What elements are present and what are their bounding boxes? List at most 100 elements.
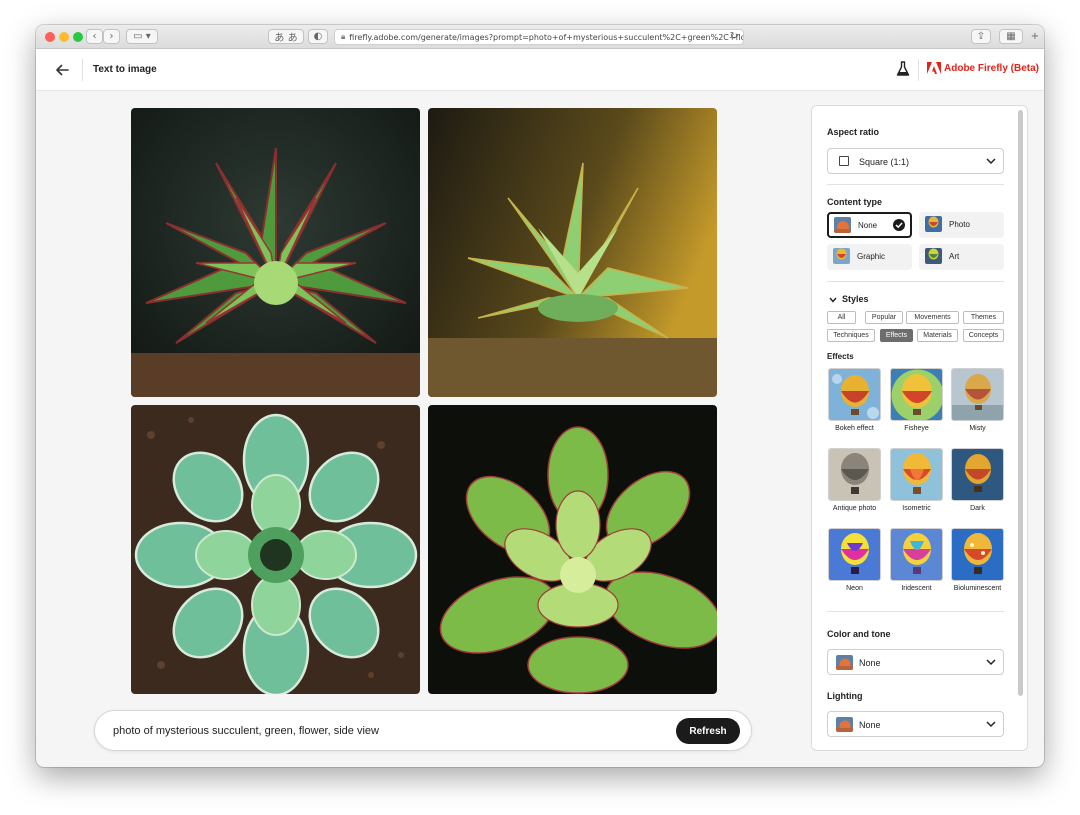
collapse-chevron-icon[interactable]	[829, 297, 837, 303]
content-type-photo[interactable]: Photo	[919, 212, 1004, 238]
square-icon	[839, 156, 849, 166]
generated-image-4[interactable]	[428, 405, 717, 694]
photo-thumbnail-icon	[925, 216, 942, 232]
forward-nav-button[interactable]: ›	[103, 29, 120, 44]
header-divider	[82, 59, 83, 81]
effect-neon[interactable]: Neon	[828, 528, 881, 592]
style-chip-all[interactable]: All	[827, 311, 856, 324]
url-text: firefly.adobe.com/generate/images?prompt…	[349, 32, 744, 42]
graphic-thumbnail-icon	[833, 248, 850, 264]
lock-icon: 🔒︎	[341, 32, 346, 41]
grid-icon: ▦	[1006, 31, 1016, 42]
browser-toolbar: ‹ › ▭ ▾ あ あ ◐ 🔒︎ firefly.adobe.com/gener…	[36, 25, 1044, 49]
chevron-right-icon: ›	[109, 31, 114, 42]
lighting-thumbnail-icon	[836, 717, 853, 732]
effect-label: Misty	[969, 425, 986, 432]
generated-image-1[interactable]	[131, 108, 420, 397]
style-chip-materials[interactable]: Materials	[917, 329, 958, 342]
section-divider	[827, 281, 1004, 282]
privacy-shield-button[interactable]: ◐	[308, 29, 328, 44]
effect-label: Neon	[846, 585, 863, 592]
prompt-input[interactable]: photo of mysterious succulent, green, fl…	[113, 725, 379, 737]
antique-photo-thumbnail	[828, 448, 881, 501]
effect-fisheye[interactable]: Fisheye	[890, 368, 943, 432]
bioluminescent-thumbnail	[951, 528, 1004, 581]
effect-antique-photo[interactable]: Antique photo	[828, 448, 881, 512]
effect-dark[interactable]: Dark	[951, 448, 1004, 512]
page-title: Text to image	[93, 64, 157, 75]
reload-icon[interactable]: ↻	[730, 31, 738, 42]
content-type-graphic[interactable]: Graphic	[827, 244, 912, 270]
flask-icon[interactable]	[896, 61, 910, 77]
sidebar-toggle-button[interactable]: ▭ ▾	[126, 29, 158, 44]
refresh-button[interactable]: Refresh	[676, 718, 740, 744]
chevron-down-icon	[986, 659, 996, 666]
content-type-label: Photo	[949, 220, 970, 229]
lighting-title: Lighting	[827, 691, 863, 701]
content-type-art[interactable]: Art	[919, 244, 1004, 270]
effect-isometric[interactable]: Isometric	[890, 448, 943, 512]
effect-label: Fisheye	[904, 425, 929, 432]
iridescent-thumbnail	[890, 528, 943, 581]
app-header: Text to image Adobe Firefly (Beta)	[36, 49, 1044, 91]
content-type-label: None	[858, 221, 878, 230]
art-thumbnail-icon	[925, 248, 942, 264]
share-button[interactable]: ⇪	[971, 29, 991, 44]
share-icon: ⇪	[976, 31, 986, 42]
neon-thumbnail	[828, 528, 881, 581]
chevron-left-icon: ‹	[92, 31, 97, 42]
effects-section-title: Effects	[827, 352, 854, 361]
content-type-none[interactable]: None	[827, 212, 912, 238]
tab-overview-button[interactable]: ▦	[999, 29, 1023, 44]
dark-thumbnail	[951, 448, 1004, 501]
brand-divider	[918, 59, 919, 81]
address-bar[interactable]: 🔒︎ firefly.adobe.com/generate/images?pro…	[334, 29, 744, 45]
style-chip-movements[interactable]: Movements	[906, 311, 959, 324]
aspect-ratio-dropdown[interactable]: Square (1:1)	[827, 148, 1004, 174]
translate-button[interactable]: あ あ	[268, 29, 304, 44]
effect-label: Bioluminescent	[953, 585, 1002, 592]
content-type-label: Graphic	[857, 252, 886, 261]
effect-misty[interactable]: Misty	[951, 368, 1004, 432]
back-arrow-icon[interactable]	[54, 62, 70, 78]
bokeh-thumbnail	[828, 368, 881, 421]
lighting-dropdown[interactable]: None	[827, 711, 1004, 737]
effect-bioluminescent[interactable]: Bioluminescent	[951, 528, 1004, 592]
content-type-label: Art	[949, 252, 960, 261]
style-chip-effects[interactable]: Effects	[880, 329, 913, 342]
minimize-window-button[interactable]	[59, 32, 69, 42]
translate-icon: あ あ	[274, 33, 298, 44]
back-nav-button[interactable]: ‹	[86, 29, 103, 44]
style-chip-themes[interactable]: Themes	[963, 311, 1004, 324]
style-chip-concepts[interactable]: Concepts	[963, 329, 1004, 342]
panel-scrollbar[interactable]	[1018, 110, 1023, 696]
chevron-down-icon	[986, 721, 996, 728]
image-grid	[131, 108, 717, 694]
style-chip-popular[interactable]: Popular	[865, 311, 903, 324]
prompt-bar[interactable]: photo of mysterious succulent, green, fl…	[94, 710, 752, 751]
adobe-logo-icon	[927, 62, 941, 74]
zoom-window-button[interactable]	[73, 32, 83, 42]
section-divider	[827, 184, 1004, 185]
aspect-ratio-title: Aspect ratio	[827, 127, 880, 137]
browser-window: ‹ › ▭ ▾ あ あ ◐ 🔒︎ firefly.adobe.com/gener…	[36, 25, 1044, 767]
plus-icon: +	[1030, 31, 1040, 42]
none-thumbnail-icon	[834, 217, 851, 233]
shield-icon: ◐	[313, 31, 323, 42]
effect-iridescent[interactable]: Iridescent	[890, 528, 943, 592]
settings-panel: Aspect ratio Square (1:1) Content type N…	[811, 105, 1028, 751]
color-tone-thumbnail-icon	[836, 655, 853, 670]
generated-image-2[interactable]	[428, 108, 717, 397]
brand-name: Adobe Firefly (Beta)	[944, 63, 1040, 74]
close-window-button[interactable]	[45, 32, 55, 42]
misty-thumbnail	[951, 368, 1004, 421]
style-chip-techniques[interactable]: Techniques	[827, 329, 875, 342]
color-tone-dropdown[interactable]: None	[827, 649, 1004, 675]
lighting-value: None	[859, 720, 881, 730]
new-tab-button[interactable]: +	[1028, 29, 1042, 44]
color-tone-title: Color and tone	[827, 629, 891, 639]
effect-bokeh[interactable]: Bokeh effect	[828, 368, 881, 432]
fisheye-thumbnail	[890, 368, 943, 421]
generated-image-3[interactable]	[131, 405, 420, 694]
section-divider	[827, 611, 1004, 612]
